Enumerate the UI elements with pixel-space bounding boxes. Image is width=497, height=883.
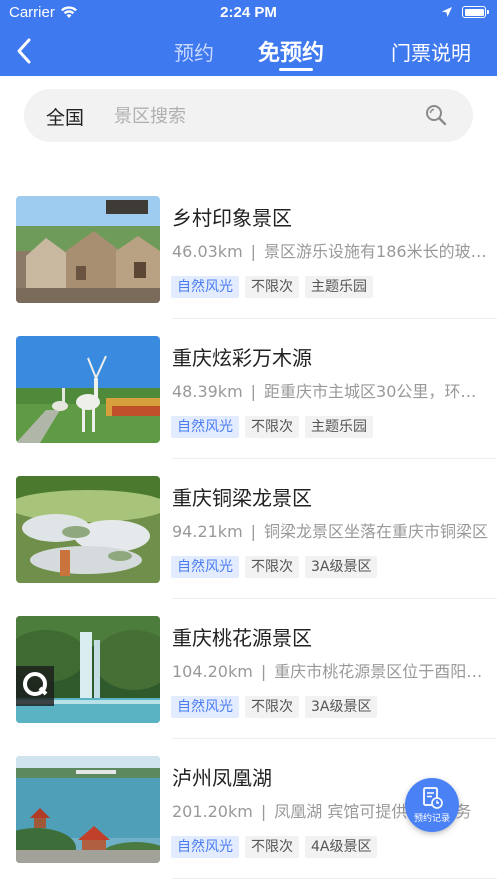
spot-name: 乡村印象景区 xyxy=(172,206,292,230)
tag-list: 自然风光 不限次 主题乐园 xyxy=(171,416,373,438)
tag-category: 自然风光 xyxy=(171,836,239,858)
spot-distance: 201.20km xyxy=(172,802,253,821)
document-clock-icon xyxy=(423,787,443,809)
tag-category: 自然风光 xyxy=(171,276,239,298)
spot-description: 景区游乐设施有186米长的玻璃滑道 xyxy=(264,242,490,261)
search-bar: 全国 xyxy=(24,89,473,142)
tag-visit-limit: 不限次 xyxy=(245,556,299,578)
spot-meta: 104.20km | 重庆市桃花源景区位于酉阳县城 xyxy=(172,658,490,682)
reservation-record-button[interactable]: 预约记录 xyxy=(405,778,459,832)
tab-no-reservation[interactable]: 免预约 xyxy=(258,35,324,67)
tag-list: 自然风光 不限次 4A级景区 xyxy=(171,836,378,858)
status-bar: Carrier 2:24 PM xyxy=(0,0,497,26)
spot-distance: 46.03km xyxy=(172,242,243,261)
divider xyxy=(172,878,497,879)
tag-list: 自然风光 不限次 3A级景区 xyxy=(171,696,378,718)
tag-visit-limit: 不限次 xyxy=(245,836,299,858)
scenic-photo xyxy=(16,196,160,303)
scenic-spot-list: 乡村印象景区 46.03km|景区游乐设施有186米长的玻璃滑道 自然风光 不限… xyxy=(0,179,497,879)
scenic-photo xyxy=(16,616,160,723)
spot-description: 距重庆市主城区30公里，环境优美 xyxy=(264,382,490,401)
scenic-photo xyxy=(16,756,160,863)
spot-distance: 94.21km xyxy=(172,522,243,541)
tag-type: 3A级景区 xyxy=(305,556,378,578)
location-arrow-icon xyxy=(442,7,452,17)
spot-description: 重庆市桃花源景区位于酉阳县城 xyxy=(274,662,490,681)
search-icon[interactable] xyxy=(425,104,447,126)
tab-reserve[interactable]: 预约 xyxy=(174,37,214,66)
spot-name: 重庆铜梁龙景区 xyxy=(172,486,312,510)
spot-name: 重庆炫彩万木源 xyxy=(172,346,312,370)
spot-meta: 48.39km | 距重庆市主城区30公里，环境优美 xyxy=(172,378,490,402)
ticket-info-link[interactable]: 门票说明 xyxy=(391,37,471,66)
tag-type: 4A级景区 xyxy=(305,836,378,858)
battery-icon xyxy=(462,6,489,18)
clock: 2:24 PM xyxy=(220,4,277,21)
tag-category: 自然风光 xyxy=(171,696,239,718)
scenic-photo xyxy=(16,336,160,443)
spot-name: 泸州凤凰湖 xyxy=(172,766,272,790)
active-tab-indicator xyxy=(279,68,313,71)
tag-type: 主题乐园 xyxy=(305,416,373,438)
tag-visit-limit: 不限次 xyxy=(245,696,299,718)
spot-meta: 94.21km | 铜梁龙景区坐落在重庆市铜梁区 xyxy=(172,522,489,541)
list-item[interactable]: 重庆桃花源景区 104.20km | 重庆市桃花源景区位于酉阳县城 自然风光 不限次… xyxy=(0,599,497,739)
scenic-photo xyxy=(16,476,160,583)
tag-category: 自然风光 xyxy=(171,416,239,438)
spot-description: 铜梁龙景区坐落在重庆市铜梁区 xyxy=(264,522,489,541)
nav-bar: 预约 免预约 门票说明 xyxy=(0,26,497,76)
tag-type: 3A级景区 xyxy=(305,696,378,718)
search-input[interactable] xyxy=(112,102,416,130)
tag-list: 自然风光 不限次 3A级景区 xyxy=(171,556,378,578)
spot-name: 重庆桃花源景区 xyxy=(172,626,312,650)
tag-visit-limit: 不限次 xyxy=(245,276,299,298)
fab-label: 预约记录 xyxy=(413,814,450,824)
spot-distance: 48.39km xyxy=(172,382,243,401)
spot-distance: 104.20km xyxy=(172,662,253,681)
tag-type: 主题乐园 xyxy=(305,276,373,298)
tag-visit-limit: 不限次 xyxy=(245,416,299,438)
tag-category: 自然风光 xyxy=(171,556,239,578)
tag-list: 自然风光 不限次 主题乐园 xyxy=(171,276,373,298)
list-item[interactable]: 重庆铜梁龙景区 94.21km | 铜梁龙景区坐落在重庆市铜梁区 自然风光 不限次 … xyxy=(0,459,497,599)
spot-meta: 46.03km|景区游乐设施有186米长的玻璃滑道 xyxy=(172,238,490,262)
back-icon[interactable] xyxy=(10,36,40,66)
region-selector[interactable]: 全国 xyxy=(46,103,84,130)
list-item[interactable]: 乡村印象景区 46.03km|景区游乐设施有186米长的玻璃滑道 自然风光 不限… xyxy=(0,179,497,319)
list-item[interactable]: 重庆炫彩万木源 48.39km | 距重庆市主城区30公里，环境优美 自然风光 不限… xyxy=(0,319,497,459)
